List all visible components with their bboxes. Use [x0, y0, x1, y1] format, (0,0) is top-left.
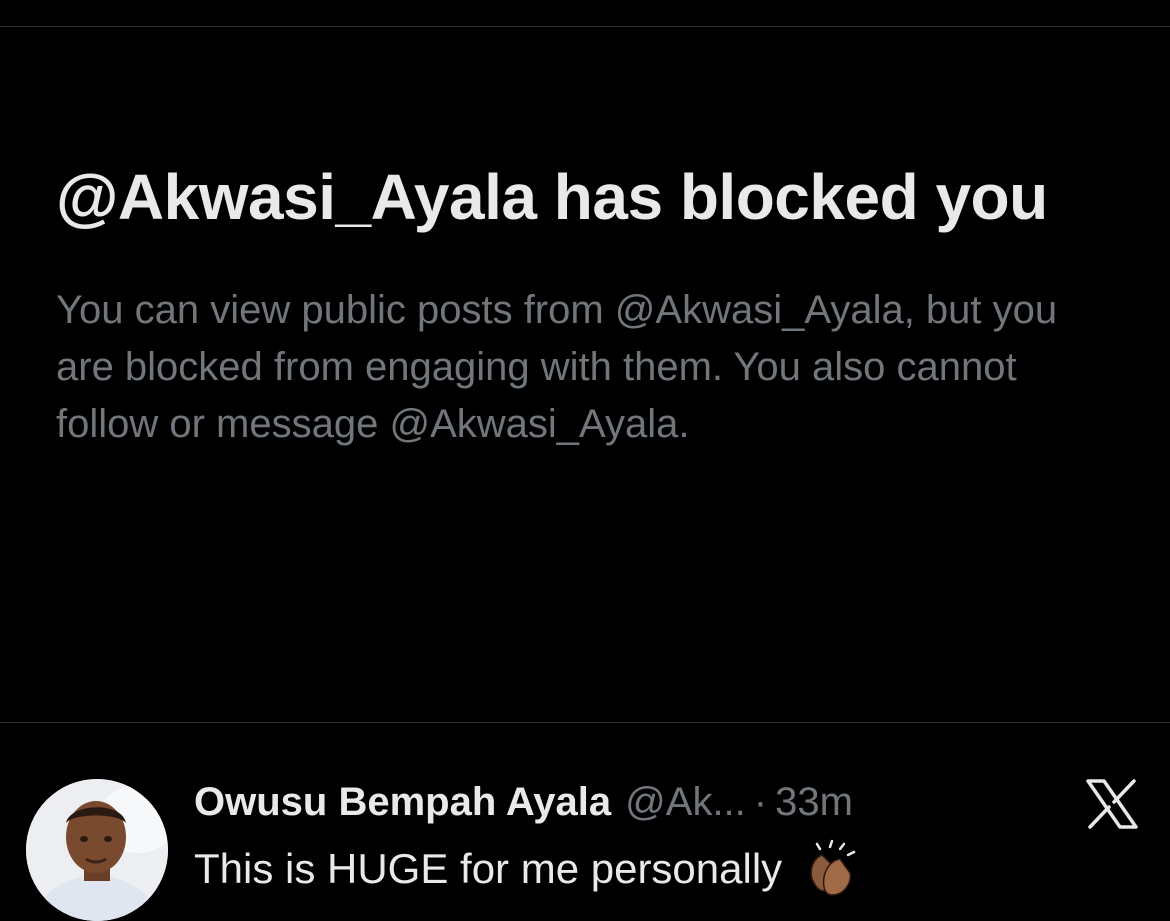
post-body: This is HUGE for me personally	[194, 845, 783, 892]
avatar[interactable]	[26, 779, 168, 921]
clapping-hands-icon	[810, 839, 856, 896]
blocked-notice: @Akwasi_Ayala has blocked you You can vi…	[56, 150, 1136, 453]
blocked-description: You can view public posts from @Akwasi_A…	[56, 288, 1058, 446]
header-separator: ·	[753, 780, 768, 824]
x-logo-icon	[1086, 779, 1138, 829]
blocked-title: @Akwasi_Ayala has blocked you	[56, 161, 1048, 233]
avatar-photo-icon	[26, 779, 168, 921]
post-header: Owusu Bempah Ayala @Ak... · 33m	[194, 777, 853, 827]
post-timestamp[interactable]: 33m	[775, 777, 853, 827]
author-name[interactable]: Owusu Bempah Ayala	[194, 777, 611, 827]
post-text: This is HUGE for me personally	[194, 839, 860, 899]
top-divider	[0, 26, 1170, 27]
post-card[interactable]: Owusu Bempah Ayala @Ak... · 33m This is …	[0, 723, 1170, 921]
author-handle[interactable]: @Ak...	[625, 777, 746, 827]
